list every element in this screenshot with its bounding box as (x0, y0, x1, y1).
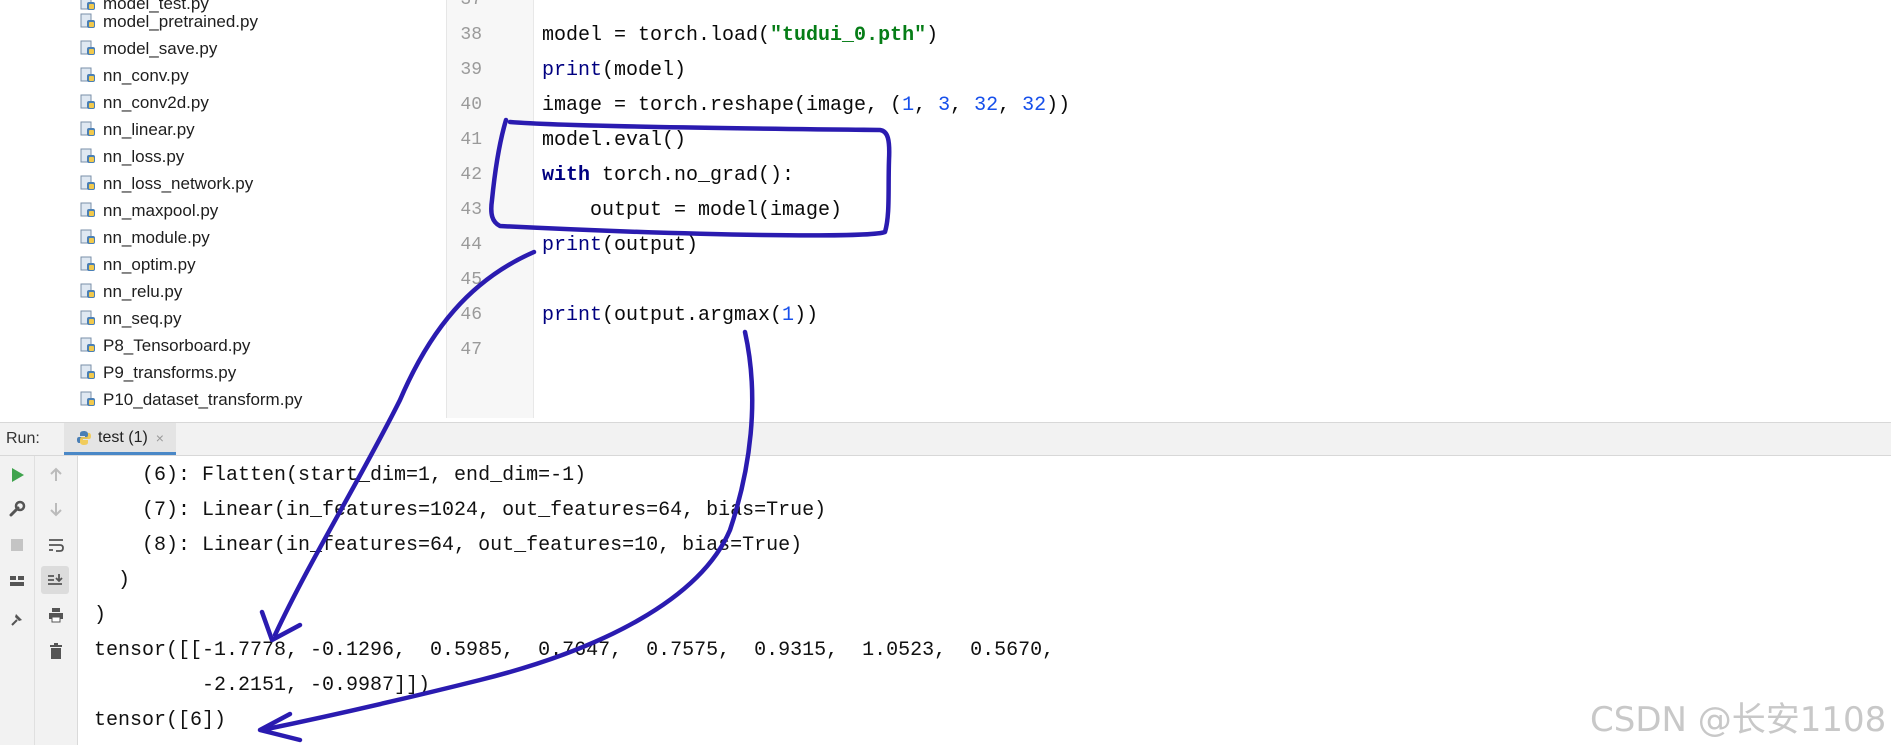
close-icon[interactable]: × (156, 430, 164, 446)
line-number: 39 (460, 60, 482, 80)
stop-icon[interactable] (6, 534, 28, 556)
code-line-42[interactable]: with torch.no_grad(): (542, 158, 794, 193)
code-line-39[interactable]: print(model) (542, 53, 686, 88)
trash-icon[interactable] (45, 640, 67, 662)
python-file-icon (80, 121, 97, 138)
code-line-43[interactable]: output = model(image) (542, 193, 842, 228)
line-number: 40 (460, 95, 482, 115)
print-icon[interactable] (45, 604, 67, 626)
python-file-icon (80, 67, 97, 84)
console-line: tensor([[-1.7778, -0.1296, 0.5985, 0.764… (94, 639, 1055, 662)
tree-file-nn-loss[interactable]: nn_loss.py (80, 143, 184, 170)
arrow-down-icon[interactable] (45, 498, 67, 520)
tree-file-model-save[interactable]: model_save.py (80, 35, 217, 62)
pin-icon[interactable] (6, 608, 28, 630)
tree-file-nn-module[interactable]: nn_module.py (80, 224, 210, 251)
console-line: ) (94, 604, 107, 627)
layout-icon[interactable] (6, 570, 28, 592)
tree-file-nn-optim[interactable]: nn_optim.py (80, 251, 196, 278)
console-line: (8): Linear(in_features=64, out_features… (94, 534, 803, 557)
console-line: (6): Flatten(start_dim=1, end_dim=-1) (94, 464, 587, 487)
tree-file-label: model_save.py (103, 39, 218, 58)
python-file-icon (80, 175, 97, 192)
watermark: CSDN @长安1108 (1590, 700, 1887, 740)
python-file-icon (80, 310, 97, 327)
line-number: 43 (460, 200, 482, 220)
run-tab[interactable]: test (1) × (64, 423, 176, 455)
tree-file-p10-dataset-transform[interactable]: P10_dataset_transform.py (80, 386, 302, 413)
tree-file-p8-tensorboard[interactable]: P8_Tensorboard.py (80, 332, 250, 359)
tree-file-p9-transforms[interactable]: P9_transforms.py (80, 359, 236, 386)
console-toolbar (35, 456, 78, 745)
tree-file-label: model_pretrained.py (103, 12, 258, 31)
tree-file-label: P8_Tensorboard.py (103, 336, 251, 355)
tree-file-label: nn_loss.py (103, 147, 185, 166)
line-number: 46 (460, 305, 482, 325)
tree-file-nn-relu[interactable]: nn_relu.py (80, 278, 182, 305)
tree-file-label: nn_conv2d.py (103, 93, 209, 112)
tree-file-label: nn_conv.py (103, 66, 189, 85)
code-editor[interactable]: model = torch.load("tudui_0.pth") print(… (534, 0, 1891, 418)
tree-file-nn-conv2d[interactable]: nn_conv2d.py (80, 89, 209, 116)
python-file-icon (80, 364, 97, 381)
tree-file-label: nn_seq.py (103, 309, 182, 328)
python-run-icon (76, 430, 92, 446)
tree-file-label: nn_loss_network.py (103, 174, 254, 193)
console-line: -2.2151, -0.9987]]) (94, 674, 431, 697)
arrow-up-icon[interactable] (45, 464, 67, 486)
python-file-icon (80, 13, 97, 30)
console-line: (7): Linear(in_features=1024, out_featur… (94, 499, 827, 522)
tree-file-label: nn_optim.py (103, 255, 196, 274)
project-tree: model_test.py model_pretrained.py model_… (0, 0, 447, 418)
tree-file-label: nn_relu.py (103, 282, 183, 301)
code-line-44[interactable]: print(output) (542, 228, 698, 263)
python-file-icon (80, 283, 97, 300)
code-line-41[interactable]: model.eval() (542, 123, 686, 158)
run-tool-window-header: Run: test (1) × (0, 422, 1891, 456)
console-line: tensor([6]) (94, 709, 227, 732)
editor-gutter: 37 38 39 40 41 42 43 44 45 46 47 (447, 0, 534, 418)
python-file-icon (80, 391, 97, 408)
tree-file-label: P9_transforms.py (103, 363, 237, 382)
tree-file-model-pretrained[interactable]: model_pretrained.py (80, 8, 258, 35)
tree-file-nn-seq[interactable]: nn_seq.py (80, 305, 181, 332)
run-tab-label: test (1) (98, 428, 148, 446)
run-toolbar (0, 456, 35, 745)
python-file-icon (80, 229, 97, 246)
tree-file-nn-linear[interactable]: nn_linear.py (80, 116, 195, 143)
line-number: 45 (460, 270, 482, 290)
run-icon[interactable] (6, 464, 28, 486)
python-file-icon (80, 148, 97, 165)
run-label: Run: (6, 430, 40, 447)
python-file-icon (80, 256, 97, 273)
line-number: 42 (460, 165, 482, 185)
scroll-to-end-icon[interactable] (41, 566, 69, 594)
tree-file-label: nn_maxpool.py (103, 201, 219, 220)
wrench-icon[interactable] (6, 498, 28, 520)
tree-file-nn-loss-network[interactable]: nn_loss_network.py (80, 170, 253, 197)
python-file-icon (80, 337, 97, 354)
tree-file-label: nn_linear.py (103, 120, 195, 139)
line-number: 41 (460, 130, 482, 150)
code-line-40[interactable]: image = torch.reshape(image, (1, 3, 32, … (542, 88, 1070, 123)
tree-file-nn-conv[interactable]: nn_conv.py (80, 62, 189, 89)
console-line: ) (94, 569, 131, 592)
tree-file-label: P10_dataset_transform.py (103, 390, 303, 409)
code-line-38[interactable]: model = torch.load("tudui_0.pth") (542, 18, 938, 53)
tree-file-label: nn_module.py (103, 228, 210, 247)
line-number: 44 (460, 235, 482, 255)
line-number: 38 (460, 25, 482, 45)
soft-wrap-icon[interactable] (45, 534, 67, 556)
python-file-icon (80, 202, 97, 219)
line-number: 37 (460, 0, 482, 10)
line-number: 47 (460, 340, 482, 360)
tree-file-nn-maxpool[interactable]: nn_maxpool.py (80, 197, 218, 224)
code-line-46[interactable]: print(output.argmax(1)) (542, 298, 818, 333)
python-file-icon (80, 40, 97, 57)
python-file-icon (80, 94, 97, 111)
